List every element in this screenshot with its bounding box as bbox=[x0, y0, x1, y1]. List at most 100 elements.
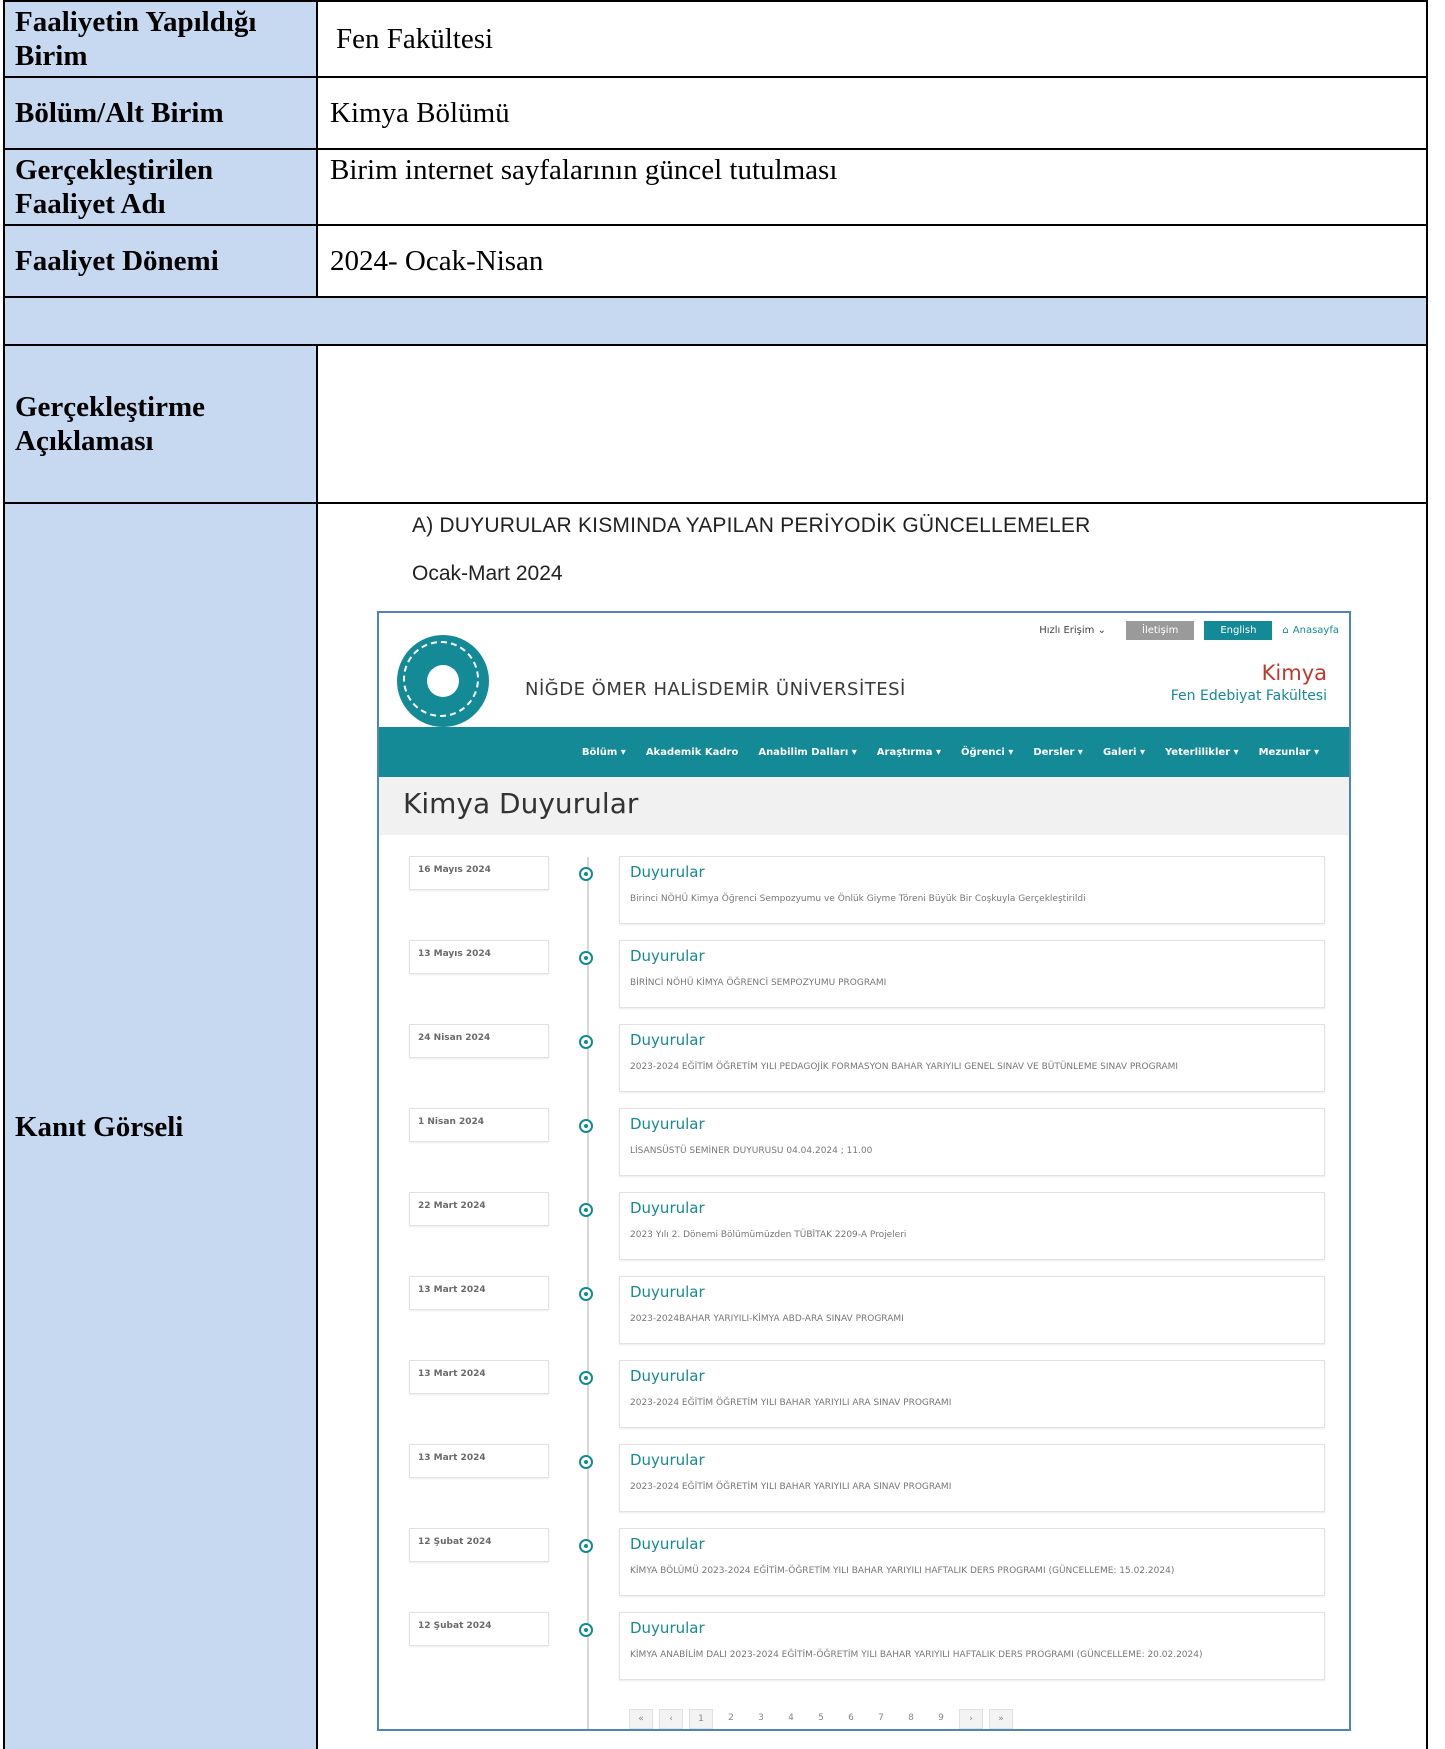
nav-item-akademik-kadro[interactable]: Akademik Kadro bbox=[646, 747, 739, 758]
timeline-dot-icon bbox=[579, 1371, 593, 1385]
nav-item-bolum[interactable]: Bölüm ▾ bbox=[582, 747, 626, 758]
timeline-dot-icon bbox=[579, 1287, 593, 1301]
last-page-button[interactable]: » bbox=[989, 1709, 1013, 1729]
timeline-item[interactable]: 22 Mart 2024 Duyurular 2023 Yılı 2. Döne… bbox=[379, 1192, 1349, 1276]
row-department: Bölüm/Alt Birim Kimya Bölümü bbox=[3, 76, 1428, 150]
item-date: 13 Mart 2024 bbox=[409, 1360, 549, 1394]
university-logo[interactable] bbox=[397, 635, 489, 727]
nav-item-dersler[interactable]: Dersler ▾ bbox=[1033, 747, 1083, 758]
announcement-card[interactable]: Duyurular Birinci NÖHÜ Kimya Öğrenci Sem… bbox=[619, 856, 1325, 924]
card-description: 2023-2024BAHAR YARIYILI-KİMYA ABD-ARA SI… bbox=[630, 1314, 904, 1324]
top-bar: Hızlı Erişim ⌄ İletişim English ⌂ Anasayf… bbox=[1039, 618, 1339, 642]
explanation-value bbox=[318, 346, 1426, 502]
row-unit: Faaliyetin Yapıldığı Birim Fen Fakültesi bbox=[3, 0, 1428, 78]
activity-label: Gerçekleştirilen Faaliyet Adı bbox=[5, 150, 318, 224]
card-description: LİSANSÜSTÜ SEMİNER DUYURUSU 04.04.2024 ;… bbox=[630, 1146, 873, 1156]
department-name: Kimya bbox=[1261, 661, 1327, 685]
timeline-dot-icon bbox=[579, 1623, 593, 1637]
announcement-card[interactable]: Duyurular KİMYA ANABİLİM DALI 2023-2024 … bbox=[619, 1612, 1325, 1680]
announcement-card[interactable]: Duyurular 2023-2024BAHAR YARIYILI-KİMYA … bbox=[619, 1276, 1325, 1344]
university-name: NİĞDE ÖMER HALİSDEMİR ÜNİVERSİTESİ bbox=[525, 679, 906, 700]
announcement-card[interactable]: Duyurular 2023-2024 EĞİTİM ÖĞRETİM YILI … bbox=[619, 1024, 1325, 1092]
card-description: 2023-2024 EĞİTİM ÖĞRETİM YILI PEDAGOJİK … bbox=[630, 1062, 1179, 1072]
timeline-item[interactable]: 1 Nisan 2024 Duyurular LİSANSÜSTÜ SEMİNE… bbox=[379, 1108, 1349, 1192]
evidence-period: Ocak-Mart 2024 bbox=[412, 562, 563, 585]
timeline-item[interactable]: 12 Şubat 2024 Duyurular KİMYA ANABİLİM D… bbox=[379, 1612, 1349, 1696]
evidence-heading: A) DUYURULAR KISMINDA YAPILAN PERİYODİK … bbox=[412, 514, 1091, 537]
card-title[interactable]: Duyurular bbox=[630, 947, 705, 965]
nav-item-anabilim-dallari[interactable]: Anabilim Dalları ▾ bbox=[758, 747, 856, 758]
card-title[interactable]: Duyurular bbox=[630, 1451, 705, 1469]
unit-value: Fen Fakültesi bbox=[336, 22, 494, 55]
pagination: « ‹ 1 2 3 4 5 6 7 8 9 › » bbox=[629, 1709, 1013, 1729]
item-date: 13 Mart 2024 bbox=[409, 1276, 549, 1310]
nav-item-mezunlar[interactable]: Mezunlar ▾ bbox=[1259, 747, 1319, 758]
announcement-card[interactable]: Duyurular 2023 Yılı 2. Dönemi Bölümümüzd… bbox=[619, 1192, 1325, 1260]
timeline-item[interactable]: 12 Şubat 2024 Duyurular KİMYA BÖLÜMÜ 202… bbox=[379, 1528, 1349, 1612]
card-title[interactable]: Duyurular bbox=[630, 1115, 705, 1133]
card-title[interactable]: Duyurular bbox=[630, 1367, 705, 1385]
card-title[interactable]: Duyurular bbox=[630, 1283, 705, 1301]
page-9-button[interactable]: 9 bbox=[929, 1709, 953, 1729]
nav-item-ogrenci[interactable]: Öğrenci ▾ bbox=[961, 747, 1013, 758]
item-date: 1 Nisan 2024 bbox=[409, 1108, 549, 1142]
quick-access-label: Hızlı Erişim bbox=[1039, 624, 1095, 636]
page-1-button[interactable]: 1 bbox=[689, 1709, 713, 1729]
timeline-item[interactable]: 13 Mayıs 2024 Duyurular BİRİNCİ NÖHÜ KİM… bbox=[379, 940, 1349, 1024]
timeline-dot-icon bbox=[579, 1119, 593, 1133]
nav-item-arastirma[interactable]: Araştırma ▾ bbox=[877, 747, 941, 758]
home-icon: ⌂ bbox=[1282, 624, 1289, 636]
chevron-down-icon: ⌄ bbox=[1097, 624, 1106, 636]
page-4-button[interactable]: 4 bbox=[779, 1709, 803, 1729]
prev-page-button[interactable]: ‹ bbox=[659, 1709, 683, 1729]
row-activity: Gerçekleştirilen Faaliyet Adı Birim inte… bbox=[3, 148, 1428, 226]
contact-button[interactable]: İletişim bbox=[1126, 620, 1195, 640]
page-7-button[interactable]: 7 bbox=[869, 1709, 893, 1729]
card-title[interactable]: Duyurular bbox=[630, 1031, 705, 1049]
timeline-item[interactable]: 24 Nisan 2024 Duyurular 2023-2024 EĞİTİM… bbox=[379, 1024, 1349, 1108]
card-description: Birinci NÖHÜ Kimya Öğrenci Sempozyumu ve… bbox=[630, 894, 1086, 904]
page-8-button[interactable]: 8 bbox=[899, 1709, 923, 1729]
nav-item-yeterlilikler[interactable]: Yeterlilikler ▾ bbox=[1165, 747, 1239, 758]
card-title[interactable]: Duyurular bbox=[630, 863, 705, 881]
announcement-card[interactable]: Duyurular 2023-2024 EĞİTİM ÖĞRETİM YILI … bbox=[619, 1360, 1325, 1428]
evidence-label: Kanıt Görseli bbox=[5, 504, 318, 1749]
home-link[interactable]: ⌂ Anasayfa bbox=[1282, 625, 1339, 636]
faculty-name: Fen Edebiyat Fakültesi bbox=[1170, 688, 1327, 704]
announcement-card[interactable]: Duyurular 2023-2024 EĞİTİM ÖĞRETİM YILI … bbox=[619, 1444, 1325, 1512]
page-3-button[interactable]: 3 bbox=[749, 1709, 773, 1729]
page-2-button[interactable]: 2 bbox=[719, 1709, 743, 1729]
item-date: 12 Şubat 2024 bbox=[409, 1528, 549, 1562]
timeline-item[interactable]: 16 Mayıs 2024 Duyurular Birinci NÖHÜ Kim… bbox=[379, 856, 1349, 940]
timeline-dot-icon bbox=[579, 1203, 593, 1217]
nav-item-galeri[interactable]: Galeri ▾ bbox=[1103, 747, 1145, 758]
period-label: Faaliyet Dönemi bbox=[5, 226, 318, 296]
card-description: BİRİNCİ NÖHÜ KİMYA ÖĞRENCİ SEMPOZYUMU PR… bbox=[630, 978, 887, 988]
card-title[interactable]: Duyurular bbox=[630, 1199, 705, 1217]
first-page-button[interactable]: « bbox=[629, 1709, 653, 1729]
department-label: Bölüm/Alt Birim bbox=[5, 78, 318, 148]
card-description: 2023-2024 EĞİTİM ÖĞRETİM YILI BAHAR YARI… bbox=[630, 1398, 952, 1408]
announcement-card[interactable]: Duyurular KİMYA BÖLÜMÜ 2023-2024 EĞİTİM-… bbox=[619, 1528, 1325, 1596]
timeline-dot-icon bbox=[579, 1035, 593, 1049]
announcement-card[interactable]: Duyurular LİSANSÜSTÜ SEMİNER DUYURUSU 04… bbox=[619, 1108, 1325, 1176]
quick-access-dropdown[interactable]: Hızlı Erişim ⌄ bbox=[1039, 625, 1106, 636]
activity-value: Birim internet sayfalarının güncel tutul… bbox=[330, 154, 838, 186]
card-title[interactable]: Duyurular bbox=[630, 1535, 705, 1553]
card-description: 2023 Yılı 2. Dönemi Bölümümüzden TÜBİTAK… bbox=[630, 1230, 907, 1240]
announcement-card[interactable]: Duyurular BİRİNCİ NÖHÜ KİMYA ÖĞRENCİ SEM… bbox=[619, 940, 1325, 1008]
timeline-item[interactable]: 13 Mart 2024 Duyurular 2023-2024BAHAR YA… bbox=[379, 1276, 1349, 1360]
card-description: KİMYA ANABİLİM DALI 2023-2024 EĞİTİM-ÖĞR… bbox=[630, 1650, 1203, 1660]
page-5-button[interactable]: 5 bbox=[809, 1709, 833, 1729]
timeline-dot-icon bbox=[579, 1455, 593, 1469]
timeline-item[interactable]: 13 Mart 2024 Duyurular 2023-2024 EĞİTİM … bbox=[379, 1444, 1349, 1528]
card-title[interactable]: Duyurular bbox=[630, 1619, 705, 1637]
timeline-dot-icon bbox=[579, 951, 593, 965]
timeline-item[interactable]: 13 Mart 2024 Duyurular 2023-2024 EĞİTİM … bbox=[379, 1360, 1349, 1444]
next-page-button[interactable]: › bbox=[959, 1709, 983, 1729]
page-6-button[interactable]: 6 bbox=[839, 1709, 863, 1729]
english-button[interactable]: English bbox=[1204, 620, 1273, 640]
item-date: 12 Şubat 2024 bbox=[409, 1612, 549, 1646]
timeline-dot-icon bbox=[579, 867, 593, 881]
separator-row bbox=[3, 296, 1428, 346]
